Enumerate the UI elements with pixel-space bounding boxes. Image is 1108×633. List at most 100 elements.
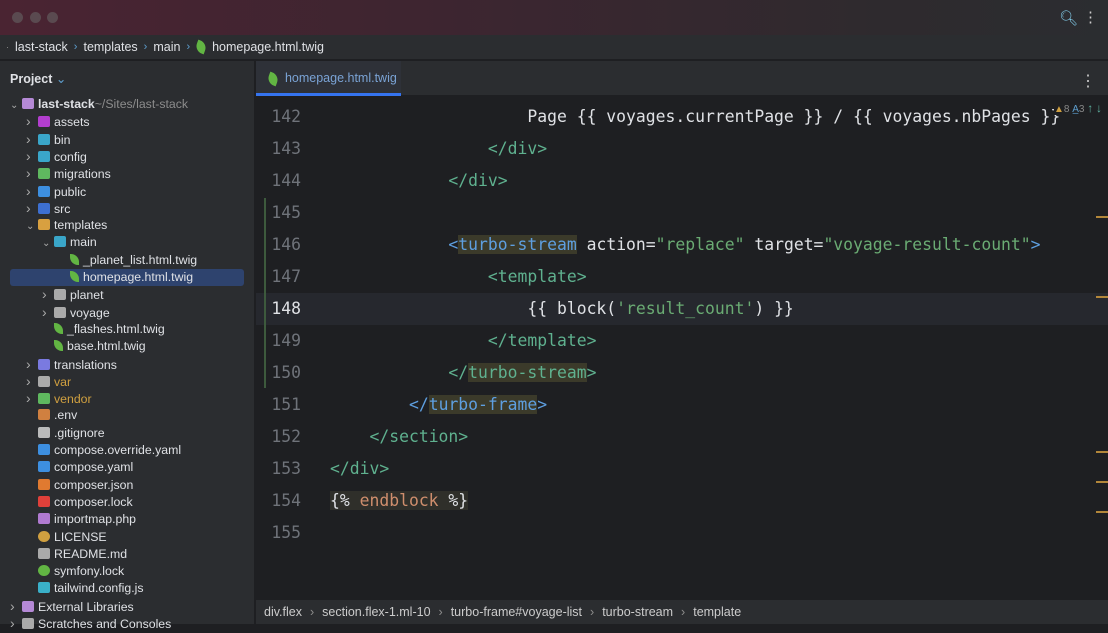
tree-item[interactable]: › voyage [10,304,244,321]
tab-options-icon[interactable]: ⋮ [1080,71,1096,91]
tab-label: homepage.html.twig [284,71,397,85]
structure-crumb[interactable]: turbo-frame#voyage-list [451,605,582,619]
chevron-right-icon[interactable]: › [26,390,38,407]
warning-marker[interactable] [1096,216,1108,218]
warning-marker[interactable] [1096,481,1108,483]
chevron-right-icon[interactable]: › [42,286,54,303]
chevron-down-icon[interactable]: ⌄ [26,218,38,235]
tree-item[interactable]: › translations [10,356,244,373]
tree-item[interactable]: homepage.html.twig [10,269,244,286]
zoom-window-button[interactable] [47,12,58,23]
breadcrumb-item[interactable]: templates [83,40,137,54]
tree-item[interactable]: _flashes.html.twig [10,321,244,338]
tree-item[interactable]: _planet_list.html.twig [10,252,244,269]
code-line[interactable]: 149 </template> [256,325,1108,357]
chevron-right-icon[interactable]: › [26,148,38,165]
chevron-right-icon[interactable]: › [26,356,38,373]
code-line[interactable]: 148 {{ block('result_count') }} [256,293,1108,325]
code-line[interactable]: 144 </div> [256,165,1108,197]
close-window-button[interactable] [12,12,23,23]
tree-item[interactable]: base.html.twig [10,338,244,355]
code-line[interactable]: 143 </div> [256,133,1108,165]
code-line[interactable]: 151 </turbo-frame> [256,389,1108,421]
folder-icon [38,358,50,370]
project-view-selector[interactable]: Project ⌄ [10,71,66,86]
chevron-right-icon[interactable]: › [26,200,38,217]
tree-item[interactable]: › src [10,200,244,217]
tree-item[interactable]: › vendor [10,390,244,407]
tree-item[interactable]: › config [10,148,244,165]
chevron-down-icon[interactable]: ⌄ [10,97,22,114]
code-token: </ [448,363,469,382]
structure-crumb[interactable]: turbo-stream [602,605,673,619]
structure-crumb[interactable]: div.flex [264,605,302,619]
warning-marker[interactable] [1096,511,1108,513]
warning-marker[interactable] [1096,296,1108,298]
chevron-right-icon[interactable]: › [26,165,38,182]
tree-item[interactable]: ⌄ templates [10,217,244,234]
tree-item[interactable]: › bin [10,131,244,148]
project-sidebar: Project ⌄ ⌄ last-stack~/Sites/last-stack ›… [0,61,255,631]
tree-item-label: migrations [54,167,111,182]
lock-icon [38,495,50,507]
tree-item-label: README.md [54,546,128,561]
tree-item[interactable]: tailwind.config.js [10,580,244,597]
tree-item[interactable]: › public [10,183,244,200]
tree-item[interactable]: composer.lock [10,494,244,511]
structure-crumb[interactable]: section.flex-1.ml-10 [322,605,430,619]
line-number: 155 [271,523,301,542]
tree-item[interactable]: .env [10,407,244,424]
code-line[interactable]: 152 </section> [256,421,1108,453]
tree-item[interactable]: › migrations [10,165,244,182]
tree-item[interactable]: README.md [10,546,244,563]
more-menu-icon[interactable]: ⋮ [1083,8,1098,26]
tree-item[interactable]: › var [10,373,244,390]
tree-item-label: public [54,184,87,199]
tree-item[interactable]: compose.yaml [10,459,244,476]
minimize-window-button[interactable] [30,12,41,23]
tree-item[interactable]: .gitignore [10,425,244,442]
chevron-down-icon[interactable]: ⌄ [42,235,54,252]
next-highlight-icon[interactable]: ↓ [1096,101,1102,115]
search-icon[interactable]: 🔍︎ [1059,9,1078,27]
chevron-right-icon[interactable]: › [26,113,38,130]
breadcrumb-item[interactable]: last-stack [15,40,68,54]
code-line[interactable]: 146 <turbo-stream action="replace" targe… [256,229,1108,261]
code-line[interactable]: 147 <template> [256,261,1108,293]
tree-item[interactable]: compose.override.yaml [10,442,244,459]
tree-item[interactable]: importmap.php [10,511,244,528]
chevron-right-icon[interactable]: › [10,598,22,615]
chevron-right-icon[interactable]: › [26,183,38,200]
separator: › [590,605,595,619]
structure-crumb[interactable]: template [693,605,741,619]
tree-item[interactable]: composer.json [10,477,244,494]
warning-marker[interactable] [1096,451,1108,453]
code-token: 'result_count' [616,299,755,318]
tree-item[interactable]: LICENSE [10,529,244,546]
tree-item-path: ~/Sites/last-stack [94,97,189,111]
breadcrumb-item[interactable]: homepage.html.twig [212,40,324,54]
chevron-right-icon[interactable]: › [42,304,54,321]
code-line[interactable]: 145 [256,197,1108,229]
code-line[interactable]: 155 [256,517,1108,549]
inspection-widget[interactable]: ▲8 A̲3 ↑ ↓ [1053,101,1102,115]
breadcrumb-item[interactable]: main [153,40,180,54]
prev-highlight-icon[interactable]: ↑ [1087,101,1093,115]
tree-item[interactable]: › assets [10,113,244,130]
tree-item[interactable]: ⌄ main [10,234,244,251]
chevron-right-icon[interactable]: › [26,131,38,148]
code-line[interactable]: 153 </div> [256,453,1108,485]
tree-item[interactable]: › External Libraries [10,598,244,615]
tree-item[interactable]: › planet [10,286,244,303]
tree-item[interactable]: symfony.lock [10,563,244,580]
tree-item[interactable]: ⌄ last-stack~/Sites/last-stack [10,96,244,113]
code-line[interactable]: 150 </turbo-stream> [256,357,1108,389]
tree-item-label: composer.json [54,477,134,492]
code-line[interactable]: 142 Page {{ voyages.currentPage }} / {{ … [256,101,1108,133]
chevron-right-icon[interactable]: › [26,373,38,390]
tab-homepage[interactable]: homepage.html.twig [256,61,401,96]
tree-item-label: main [70,235,97,250]
code-line[interactable]: 154 {% endblock %} [256,485,1108,517]
